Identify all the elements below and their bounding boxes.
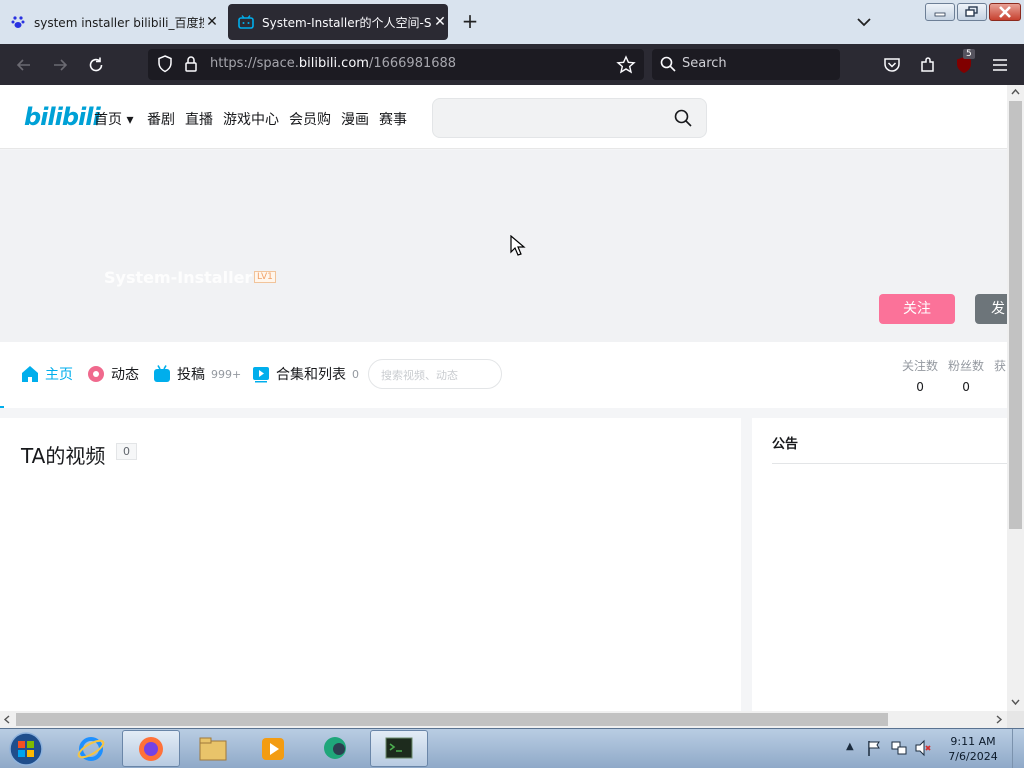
header-nav-game-center[interactable]: 游戏中心 <box>223 109 279 129</box>
show-hidden-icons-chevron-icon[interactable]: ▲ <box>846 741 854 752</box>
divider <box>772 463 1007 464</box>
header-nav-home[interactable]: 首页 ▾ <box>94 109 133 129</box>
videos-count: 0 <box>116 443 137 460</box>
search-input[interactable]: Search <box>652 49 840 80</box>
username[interactable]: System-Installer <box>104 268 252 287</box>
firefox-icon[interactable] <box>122 730 180 767</box>
search-placeholder: Search <box>682 56 727 71</box>
internet-explorer-icon[interactable] <box>62 730 120 767</box>
close-tab-icon[interactable]: ✕ <box>432 14 448 30</box>
horizontal-scroll-thumb[interactable] <box>16 713 888 726</box>
start-button[interactable] <box>6 731 46 767</box>
extension-badge: 5 <box>963 49 975 59</box>
file-explorer-icon[interactable] <box>184 730 242 767</box>
forward-arrow-icon[interactable] <box>48 53 72 77</box>
list-all-tabs-chevron-icon[interactable] <box>852 10 876 34</box>
header-nav-anime[interactable]: 番剧 <box>147 109 175 129</box>
level-badge: LV1 <box>254 271 276 283</box>
notice-section: 公告 <box>752 418 1007 711</box>
header-nav-live[interactable]: 直播 <box>185 109 213 129</box>
search-icon[interactable] <box>674 109 692 131</box>
network-icon[interactable] <box>890 739 908 761</box>
show-desktop-button[interactable] <box>1012 729 1024 768</box>
back-arrow-icon[interactable] <box>12 53 36 77</box>
url-text: https://space.bilibili.com/1666981688 <box>210 56 457 71</box>
vertical-scroll-thumb[interactable] <box>1009 101 1022 529</box>
terminal-app-icon[interactable] <box>370 730 428 767</box>
extensions-puzzle-icon[interactable] <box>916 53 940 77</box>
scroll-right-arrow-icon[interactable] <box>994 715 1003 724</box>
clock-date: 7/6/2024 <box>948 750 998 763</box>
videos-title[interactable]: TA的视频 <box>21 440 105 469</box>
windows-taskbar: ▲ 9:11 AM 7/6/2024 <box>0 728 1024 768</box>
chat-app-icon[interactable] <box>306 730 364 767</box>
followers-stat[interactable]: 粉丝数 0 <box>948 357 984 394</box>
chevron-down-icon: ▾ <box>126 112 134 128</box>
address-bar[interactable]: https://space.bilibili.com/1666981688 <box>148 49 644 80</box>
message-button[interactable]: 发 <box>975 294 1007 324</box>
bilibili-header: bilibili 首页 ▾ 番剧 直播 游戏中心 会员购 漫画 赛事 <box>0 85 1007 149</box>
dynamic-flower-icon <box>87 365 105 383</box>
close-window-button[interactable] <box>989 3 1021 21</box>
active-tab-indicator <box>0 406 4 408</box>
profile-nav: 主页 动态 投稿 999+ 合集和列表 0 搜索视频、动态 关注数 0 粉丝数 … <box>0 342 1007 408</box>
profile-banner: System-Installer LV1 关注 发 <box>0 150 1007 342</box>
scroll-left-arrow-icon[interactable] <box>3 715 12 724</box>
mouse-cursor-icon <box>510 234 526 261</box>
header-nav-member-shop[interactable]: 会员购 <box>289 109 331 129</box>
browser-toolbar: https://space.bilibili.com/1666981688 Se… <box>0 44 1024 85</box>
scrollbar-corner <box>1007 711 1024 728</box>
action-center-flag-icon[interactable] <box>866 739 882 761</box>
user-signature <box>104 300 434 310</box>
vertical-scrollbar[interactable] <box>1007 85 1024 711</box>
volume-muted-icon[interactable] <box>914 739 932 761</box>
videos-section: TA的视频 0 <box>0 418 741 711</box>
tab-baidu-search[interactable]: system installer bilibili_百度搜索 ✕ <box>0 4 220 40</box>
profile-tab-home[interactable]: 主页 <box>21 363 73 385</box>
web-page: bilibili 首页 ▾ 番剧 直播 游戏中心 会员购 漫画 赛事 Syste… <box>0 85 1007 711</box>
bilibili-search-input[interactable] <box>432 98 707 138</box>
search-icon <box>660 56 676 76</box>
home-icon <box>21 365 39 383</box>
baidu-paw-icon <box>10 14 26 30</box>
close-tab-icon[interactable]: ✕ <box>204 14 220 30</box>
following-stat[interactable]: 关注数 0 <box>902 357 938 394</box>
playlist-icon <box>252 365 270 383</box>
horizontal-scrollbar[interactable] <box>0 711 1007 728</box>
tv-icon <box>153 365 171 383</box>
uploads-count: 999+ <box>211 367 242 381</box>
pocket-icon[interactable] <box>880 53 904 77</box>
media-player-icon[interactable] <box>244 730 302 767</box>
header-nav-esports[interactable]: 赛事 <box>379 109 407 129</box>
new-tab-button[interactable]: + <box>458 10 482 34</box>
system-clock[interactable]: 9:11 AM 7/6/2024 <box>940 734 1006 764</box>
scroll-down-arrow-icon[interactable] <box>1011 697 1020 706</box>
likes-stat[interactable]: 获 <box>994 357 1006 380</box>
tab-title: system installer bilibili_百度搜索 <box>34 15 204 30</box>
notice-title: 公告 <box>772 437 799 452</box>
minimize-window-button[interactable] <box>925 3 955 21</box>
ublock-shield-icon[interactable]: 5 <box>952 49 976 77</box>
profile-tab-dynamic[interactable]: 动态 <box>87 363 139 385</box>
reload-icon[interactable] <box>84 53 108 77</box>
bilibili-logo[interactable]: bilibili <box>24 103 101 131</box>
scroll-up-arrow-icon[interactable] <box>1011 88 1020 97</box>
bilibili-tv-icon <box>238 14 254 30</box>
restore-window-button[interactable] <box>957 3 987 21</box>
browser-tab-strip: system installer bilibili_百度搜索 ✕ System-… <box>0 0 1024 44</box>
profile-tab-collections[interactable]: 合集和列表 0 <box>252 363 359 385</box>
collections-count: 0 <box>352 367 359 381</box>
hamburger-menu-icon[interactable] <box>988 53 1012 77</box>
space-search-input[interactable]: 搜索视频、动态 <box>368 359 502 389</box>
shield-icon[interactable] <box>156 54 174 78</box>
bookmark-star-icon[interactable] <box>616 55 636 79</box>
clock-time: 9:11 AM <box>950 735 996 748</box>
tab-title: System-Installer的个人空间-Sys <box>262 15 432 30</box>
follow-button[interactable]: 关注 <box>879 294 955 324</box>
lock-icon[interactable] <box>184 55 198 77</box>
profile-tab-uploads[interactable]: 投稿 999+ <box>153 363 241 385</box>
header-nav-manga[interactable]: 漫画 <box>341 109 369 129</box>
tab-bilibili-space[interactable]: System-Installer的个人空间-Sys ✕ <box>228 4 448 40</box>
